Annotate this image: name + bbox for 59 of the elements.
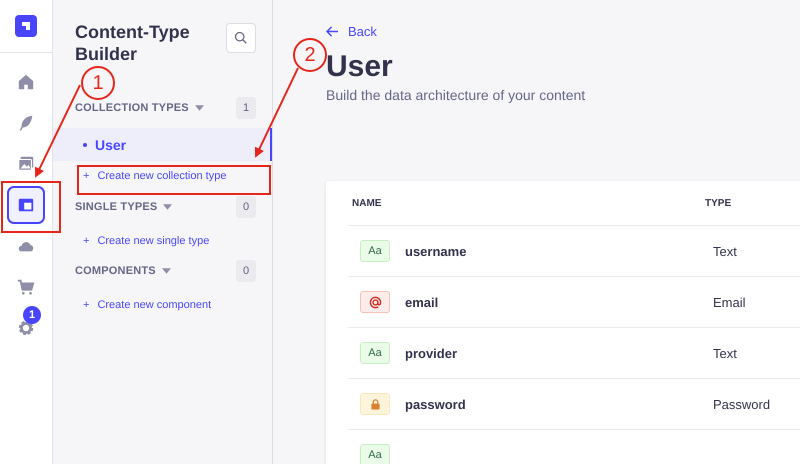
- field-name: provider: [405, 346, 458, 360]
- layout-nav-button[interactable]: [7, 186, 45, 224]
- back-link[interactable]: Back: [326, 24, 800, 39]
- text-field-icon: Aa: [360, 444, 390, 464]
- lock-icon: [360, 393, 390, 415]
- callout-circle: [81, 66, 115, 100]
- highlight-frame: [1, 181, 61, 233]
- field-name: password: [405, 396, 466, 412]
- callout-number: 1: [91, 71, 105, 95]
- field-type: Password: [713, 396, 770, 412]
- sidebar-item[interactable]: User: [53, 128, 272, 161]
- logo-icon: [15, 15, 37, 37]
- create-link[interactable]: + Create new single type: [53, 226, 272, 256]
- bullet-icon: [83, 142, 87, 146]
- count-badge: 0: [236, 196, 256, 218]
- create-link[interactable]: + Create new component: [53, 290, 272, 320]
- plus-icon: +: [83, 170, 90, 182]
- notification-badge: 1: [23, 306, 41, 324]
- field-type: Text: [713, 346, 737, 360]
- field-name: email: [405, 294, 438, 310]
- caret-icon: [163, 204, 172, 210]
- text-field-icon: Aa: [360, 342, 390, 364]
- images-icon: [17, 154, 35, 172]
- column-header: NAME: [351, 198, 382, 208]
- link-label: Create new single type: [97, 235, 210, 247]
- section-toggle[interactable]: SINGLE TYPES: [75, 201, 172, 213]
- field-type: Email: [713, 294, 746, 310]
- search-button[interactable]: [226, 23, 256, 53]
- count-badge: 0: [236, 260, 256, 282]
- field-name: username: [405, 244, 466, 258]
- column-header: TYPE: [705, 198, 732, 208]
- home-icon: [17, 72, 35, 90]
- link-label: Create new collection type: [97, 170, 226, 182]
- at-sign-icon: [360, 291, 390, 313]
- cart-icon: [17, 278, 35, 296]
- caret-icon: [194, 105, 204, 111]
- page-subtitle: Build the data architecture of your content: [326, 87, 586, 103]
- gear-nav-button[interactable]: 1: [7, 308, 45, 346]
- feather-icon: [17, 114, 35, 132]
- layout-icon: [17, 196, 35, 214]
- section-toggle[interactable]: COMPONENTS: [75, 265, 171, 277]
- gear-icon: [17, 318, 35, 336]
- link-label: Create new component: [97, 299, 212, 311]
- plus-icon: +: [83, 299, 90, 311]
- plus-icon: +: [83, 235, 90, 247]
- create-link[interactable]: + Create new collection type: [53, 161, 272, 191]
- callout-circle: [293, 38, 327, 72]
- text-field-icon: Aa: [360, 240, 390, 262]
- back-arrow-icon: [326, 26, 339, 37]
- sidebar-title: Content-Type Builder: [75, 21, 191, 65]
- section-toggle[interactable]: COLLECTION TYPES: [75, 102, 204, 114]
- callout-number: 2: [303, 43, 317, 67]
- count-badge: 1: [236, 97, 256, 119]
- item-label: User: [95, 136, 126, 152]
- caret-icon: [162, 268, 171, 274]
- page-title: User: [326, 49, 394, 85]
- field-type: Text: [713, 244, 737, 258]
- link-label: Back: [348, 24, 377, 39]
- search-icon: [234, 31, 248, 45]
